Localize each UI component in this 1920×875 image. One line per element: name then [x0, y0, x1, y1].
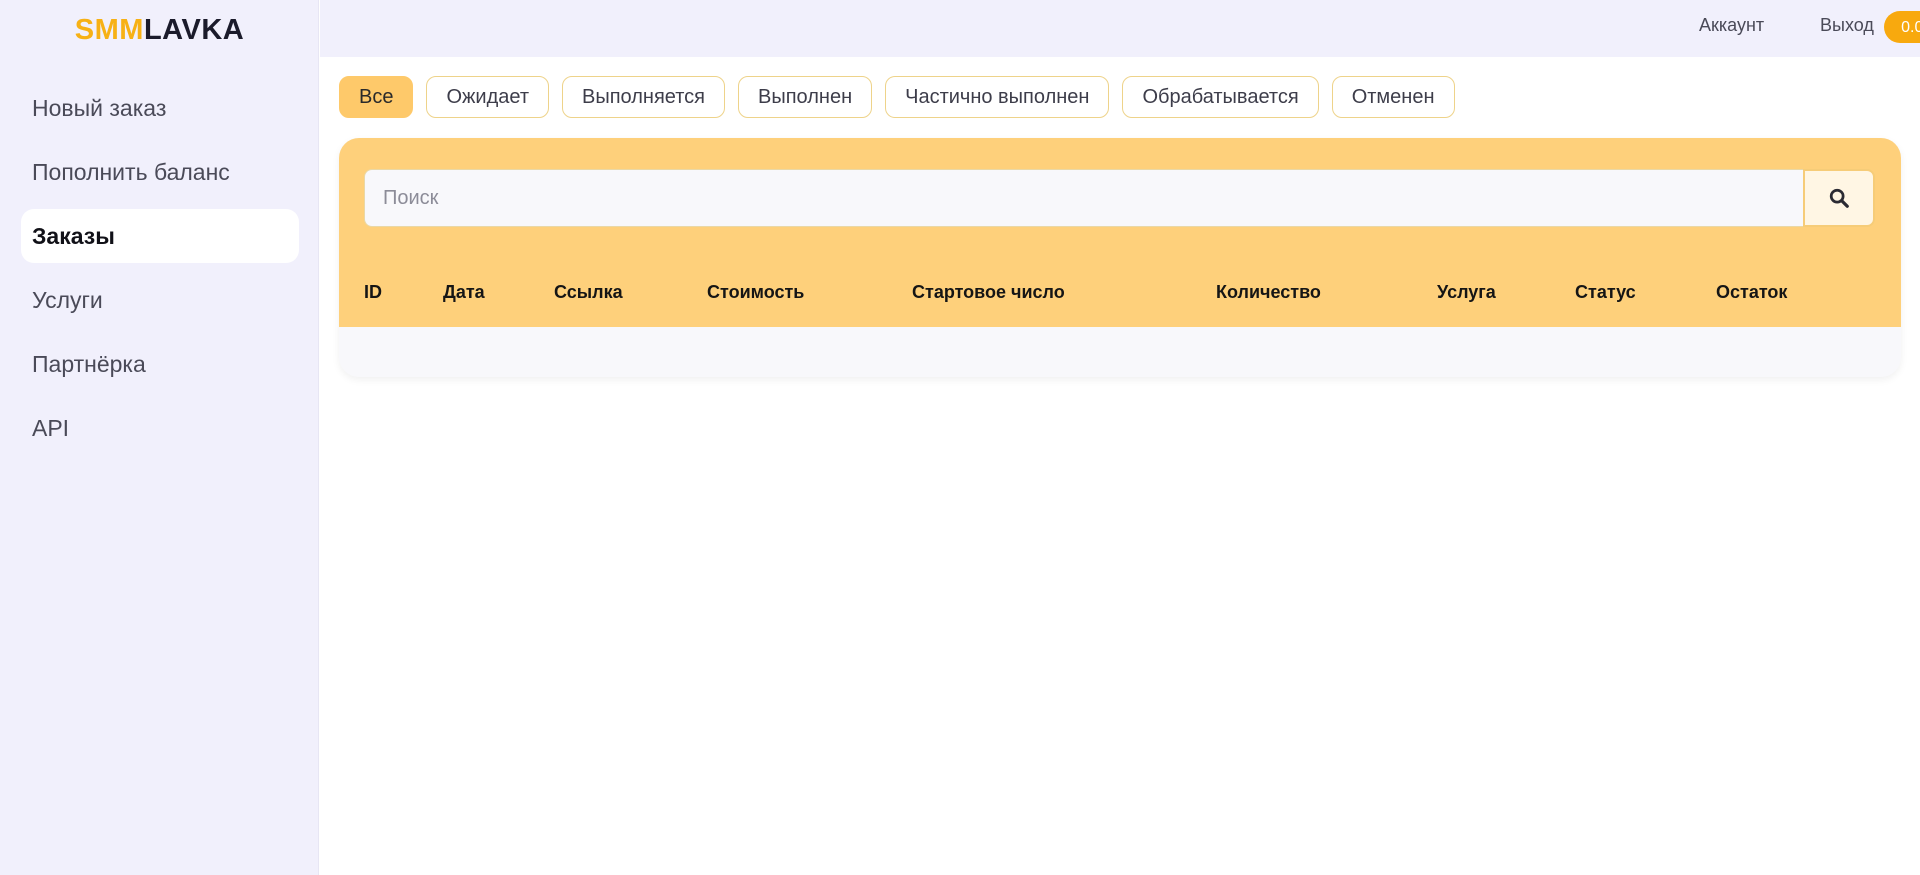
account-link[interactable]: Аккаунт [1699, 15, 1764, 36]
logout-link[interactable]: Выход [1820, 15, 1874, 36]
sidebar-item-add-funds[interactable]: Пополнить баланс [21, 145, 299, 199]
column-header-quantity[interactable]: Количество [1216, 282, 1321, 303]
logo[interactable]: SMMLAVKA [0, 14, 319, 47]
topbar: 0.00 ₽ Аккаунт Выход [320, 0, 1920, 57]
sidebar: SMMLAVKA Новый заказ Пополнить баланс За… [0, 0, 319, 875]
filter-all-button[interactable]: Все [339, 76, 414, 118]
sidebar-item-services[interactable]: Услуги [21, 273, 299, 327]
balance-badge[interactable]: 0.00 ₽ [1884, 11, 1920, 43]
filter-canceled-button[interactable]: Отменен [1331, 76, 1455, 118]
filter-in-progress-button[interactable]: Выполняется [562, 76, 725, 118]
filter-processing-button[interactable]: Обрабатывается [1122, 76, 1319, 118]
filter-partial-button[interactable]: Частично выполнен [885, 76, 1110, 118]
filter-completed-button[interactable]: Выполнен [738, 76, 873, 118]
status-filter-bar: Все Ожидает Выполняется Выполнен Частичн… [339, 76, 1455, 118]
logo-rest: LAVKA [143, 14, 245, 46]
search-icon [1829, 188, 1849, 208]
column-header-date[interactable]: Дата [443, 282, 485, 303]
column-header-status[interactable]: Статус [1575, 282, 1636, 303]
sidebar-item-new-order[interactable]: Новый заказ [21, 81, 299, 135]
sidebar-item-api[interactable]: API [21, 401, 299, 455]
sidebar-item-orders[interactable]: Заказы [21, 209, 299, 263]
column-header-service[interactable]: Услуга [1437, 282, 1496, 303]
column-header-link[interactable]: Ссылка [554, 282, 623, 303]
sidebar-nav: Новый заказ Пополнить баланс Заказы Услу… [21, 81, 299, 465]
orders-table-header: ID Дата Ссылка Стоимость Стартовое число… [339, 138, 1901, 327]
column-header-cost[interactable]: Стоимость [707, 282, 804, 303]
logo-accent: SMM [74, 14, 144, 46]
filter-pending-button[interactable]: Ожидает [426, 76, 549, 118]
search-input[interactable] [364, 169, 1803, 227]
orders-panel: ID Дата Ссылка Стоимость Стартовое число… [339, 138, 1901, 377]
column-header-id[interactable]: ID [364, 282, 382, 303]
column-header-start-count[interactable]: Стартовое число [912, 282, 1065, 303]
sidebar-item-affiliates[interactable]: Партнёрка [21, 337, 299, 391]
column-header-remains[interactable]: Остаток [1716, 282, 1787, 303]
search-button[interactable] [1803, 169, 1875, 227]
